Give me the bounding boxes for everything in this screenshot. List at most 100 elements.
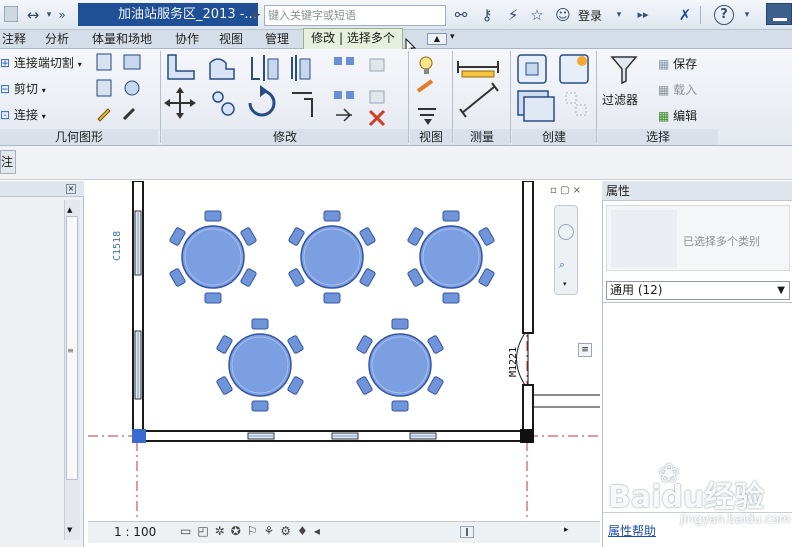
- save-selection-button[interactable]: ▦ 保存: [658, 55, 697, 72]
- view-controls[interactable]: ▫ ▢ ×: [550, 185, 581, 196]
- login-dropdown-icon[interactable]: ▾: [610, 6, 628, 24]
- edit-selection-icon: ▦: [658, 109, 670, 123]
- user-icon[interactable]: ☺: [554, 6, 572, 24]
- round-table-1: [168, 210, 258, 304]
- watermark-url: jingyan.baidu.com: [680, 512, 791, 526]
- geometry-tools-icons: [96, 53, 141, 122]
- quick-access-more-icon[interactable]: »: [56, 6, 68, 24]
- help-dropdown-icon[interactable]: ▾: [738, 6, 756, 24]
- view-control-bar: 1 : 100 ▭◰✲✪⚐⚘⚙♦◂ ‖ ▸: [88, 521, 600, 543]
- measure-tools-icons[interactable]: [456, 51, 508, 127]
- cope-label: 连接端切割: [13, 56, 74, 70]
- corner-marker-left: [132, 429, 146, 443]
- minimize-button[interactable]: [766, 3, 792, 25]
- canvas-scroll-grip-icon[interactable]: ≡: [578, 343, 592, 357]
- cope-icon: ⊞: [0, 56, 11, 70]
- cut-icon: ⊟: [0, 82, 11, 96]
- view-scale[interactable]: 1 : 100: [114, 525, 156, 539]
- cut-button[interactable]: ⊟ 剪切 ▾: [0, 80, 46, 97]
- measure-panel: 测量: [454, 49, 510, 145]
- quick-access-dropdown-icon[interactable]: ▾: [44, 6, 54, 24]
- tab-annotate[interactable]: 注释: [2, 30, 26, 49]
- round-table-5: [355, 318, 445, 412]
- steering-wheel-icon[interactable]: [558, 224, 574, 240]
- modify-tools-icons[interactable]: [164, 51, 406, 127]
- join-icon: ⊡: [0, 108, 11, 122]
- filter-button[interactable]: 过滤器: [600, 53, 648, 113]
- title-expand-icon[interactable]: ▶: [252, 6, 262, 24]
- scroll-up-icon[interactable]: ▲: [67, 206, 72, 214]
- save-selection-icon: ▦: [658, 57, 670, 71]
- watermark-brand: Baidu经验: [608, 480, 765, 515]
- key-icon[interactable]: ⚷: [478, 6, 496, 24]
- category-filter-select[interactable]: 通用 (12) ▼: [606, 281, 790, 300]
- options-bar: [0, 146, 792, 180]
- navigation-bar[interactable]: ⌕ ▾: [554, 205, 578, 295]
- zoom-dropdown-icon[interactable]: ▾: [563, 280, 567, 288]
- login-button[interactable]: 登录: [578, 7, 602, 24]
- filter-funnel-icon: [610, 56, 638, 85]
- divider: [603, 302, 792, 303]
- cut-label: 剪切: [13, 82, 38, 96]
- door-tag-right: M1221: [508, 347, 519, 377]
- view-panel: 视图: [410, 49, 452, 145]
- join-dropdown-icon: ▾: [41, 112, 46, 121]
- tab-modify-select-multiple[interactable]: 修改 | 选择多个: [303, 28, 403, 49]
- create-panel: 创建: [512, 49, 596, 145]
- geometry-panel-label: 几何图形: [0, 129, 158, 145]
- corner-marker-right: [520, 429, 534, 443]
- tab-analyze[interactable]: 分析: [45, 30, 69, 49]
- create-tools-icons[interactable]: [514, 51, 594, 127]
- load-selection-label: 载入: [673, 83, 698, 97]
- drawing-canvas[interactable]: C1518 M1221 ▫ ▢ × ⌕ ▾ ≡: [88, 181, 600, 521]
- project-browser-scrollbar[interactable]: ▲ ≡ ▼: [64, 200, 80, 540]
- title-separator: [700, 6, 712, 24]
- tab-manage[interactable]: 管理: [265, 30, 289, 49]
- zoom-icon[interactable]: ⌕: [559, 258, 565, 272]
- cope-button[interactable]: ⊞ 连接端切割 ▾: [0, 54, 82, 71]
- join-button[interactable]: ⊡ 连接 ▾: [0, 106, 46, 123]
- thumb-grip-icon: ≡: [67, 346, 74, 355]
- ribbon: ⊞ 连接端切割 ▾ ⊟ 剪切 ▾ ⊡ 连接 ▾ 几何图形 修改 视图 测量 创建…: [0, 49, 792, 146]
- minimize-icon: [773, 18, 787, 21]
- quick-access-arrows-icon[interactable]: ↔: [24, 6, 42, 24]
- create-panel-label: 创建: [512, 129, 596, 145]
- panel-separator: [452, 51, 453, 143]
- app-menu-icon[interactable]: [4, 6, 18, 22]
- tab-collaborate[interactable]: 协作: [175, 30, 199, 49]
- exchange-icon[interactable]: ⚡: [504, 6, 522, 24]
- view-control-icons[interactable]: ▭◰✲✪⚐⚘⚙♦◂: [180, 524, 326, 538]
- autodesk-x-icon[interactable]: ✗: [676, 6, 694, 24]
- tab-view[interactable]: 视图: [219, 30, 243, 49]
- floor-plan[interactable]: C1518 M1221: [88, 181, 600, 521]
- cope-dropdown-icon: ▾: [77, 60, 82, 69]
- edit-selection-button[interactable]: ▦ 编辑: [658, 107, 697, 124]
- view-panel-label: 视图: [410, 129, 452, 145]
- tab-massing-site[interactable]: 体量和场地: [92, 30, 152, 49]
- type-thumbnail: [611, 210, 677, 268]
- filter-label: 过滤器: [602, 93, 639, 107]
- scroll-right-icon[interactable]: ▸: [564, 525, 569, 535]
- binoculars-icon[interactable]: ⚯: [452, 6, 470, 24]
- horizontal-scroll-thumb[interactable]: ‖: [460, 526, 474, 538]
- load-selection-button[interactable]: ▦ 载入: [658, 81, 697, 98]
- more-options-icon[interactable]: ▸▸: [634, 6, 652, 24]
- cut-dropdown-icon: ▾: [41, 86, 46, 95]
- modify-panel: 修改: [162, 49, 408, 145]
- document-title: 加油站服务区_2013 -...: [78, 3, 258, 26]
- help-icon[interactable]: ?: [714, 5, 734, 25]
- geometry-panel: ⊞ 连接端切割 ▾ ⊟ 剪切 ▾ ⊡ 连接 ▾ 几何图形: [0, 49, 158, 145]
- window-tag-left: C1518: [112, 231, 123, 261]
- ribbon-toggle-dropdown-icon[interactable]: ▾: [450, 32, 455, 42]
- close-icon[interactable]: ×: [66, 184, 76, 194]
- search-input[interactable]: 键入关键字或短语: [264, 5, 446, 26]
- panel-separator: [160, 51, 161, 143]
- favorites-star-icon[interactable]: ☆: [528, 6, 546, 24]
- scroll-down-icon[interactable]: ▼: [67, 526, 72, 534]
- options-annotate-button[interactable]: 注: [0, 150, 16, 174]
- view-tools-icons[interactable]: [414, 51, 450, 127]
- round-table-4: [215, 318, 305, 412]
- title-bar: ↔ ▾ » 加油站服务区_2013 -... ▶ 键入关键字或短语 ⚯ ⚷ ⚡ …: [0, 0, 792, 30]
- chevron-down-icon: ▼: [777, 285, 785, 296]
- ribbon-minimize-toggle[interactable]: ▲: [427, 33, 447, 45]
